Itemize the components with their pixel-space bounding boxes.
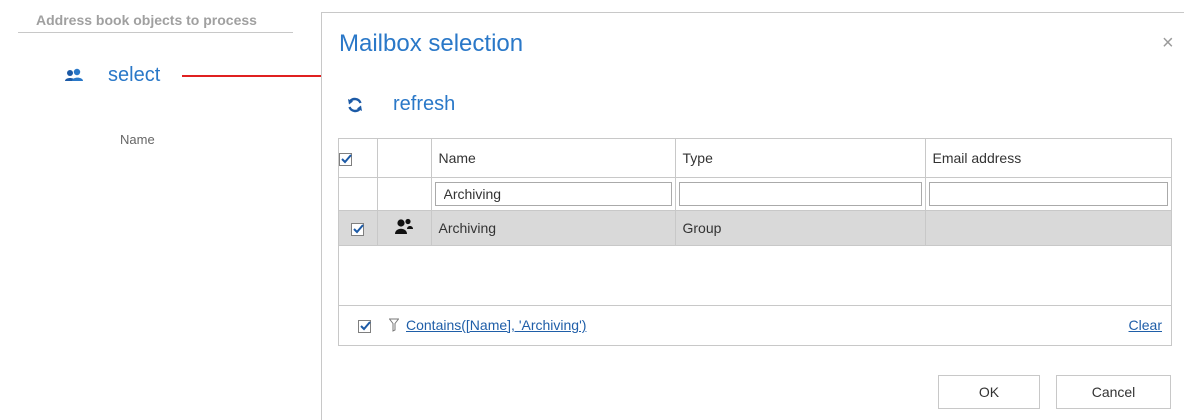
dialog-title: Mailbox selection (339, 30, 524, 57)
select-button[interactable]: select (64, 64, 160, 87)
mailbox-grid: Name Type Email address Archiving Archiv… (338, 138, 1172, 346)
column-header-email[interactable]: Email address (925, 139, 1171, 178)
filter-icon (389, 318, 399, 332)
icon-column-header (377, 139, 432, 178)
filter-footer: Contains([Name], 'Archiving') Clear (339, 305, 1171, 345)
table-row[interactable]: Archiving Group (339, 210, 1171, 246)
row-checkbox[interactable] (351, 222, 365, 236)
section-divider (18, 32, 293, 33)
filter-expression-link[interactable]: Contains([Name], 'Archiving') (406, 317, 586, 333)
section-title: Address book objects to process (36, 12, 257, 28)
group-icon (395, 218, 413, 234)
grid-header-row: Name Type Email address (339, 139, 1171, 178)
row-name-cell: Archiving (431, 210, 676, 246)
background-panel: Address book objects to process select N… (0, 0, 322, 419)
filter-enabled-checkbox[interactable] (358, 320, 371, 333)
close-icon[interactable]: × (1162, 33, 1174, 53)
ok-button[interactable]: OK (938, 375, 1040, 409)
select-all-cell (339, 139, 378, 178)
row-email-cell (925, 210, 1171, 246)
column-header-name[interactable]: Name (431, 139, 676, 178)
filter-row (339, 177, 1171, 211)
email-filter-input[interactable] (928, 182, 1168, 206)
users-icon (65, 68, 83, 81)
cancel-button[interactable]: Cancel (1056, 375, 1171, 409)
select-label: select (108, 64, 161, 86)
column-header-type[interactable]: Type (675, 139, 926, 178)
type-filter-input[interactable] (678, 182, 922, 206)
annotation-arrow (182, 71, 342, 81)
row-type-cell: Group (675, 210, 926, 246)
name-filter-input[interactable] (434, 182, 672, 206)
refresh-icon (348, 97, 362, 112)
mailbox-selection-dialog: Mailbox selection × refresh Name Type Em… (321, 12, 1184, 420)
refresh-button[interactable]: refresh (347, 93, 455, 116)
clear-filter-link[interactable]: Clear (1129, 317, 1162, 333)
refresh-label: refresh (393, 93, 456, 115)
select-all-checkbox[interactable] (339, 152, 352, 166)
name-column-label: Name (120, 132, 155, 147)
